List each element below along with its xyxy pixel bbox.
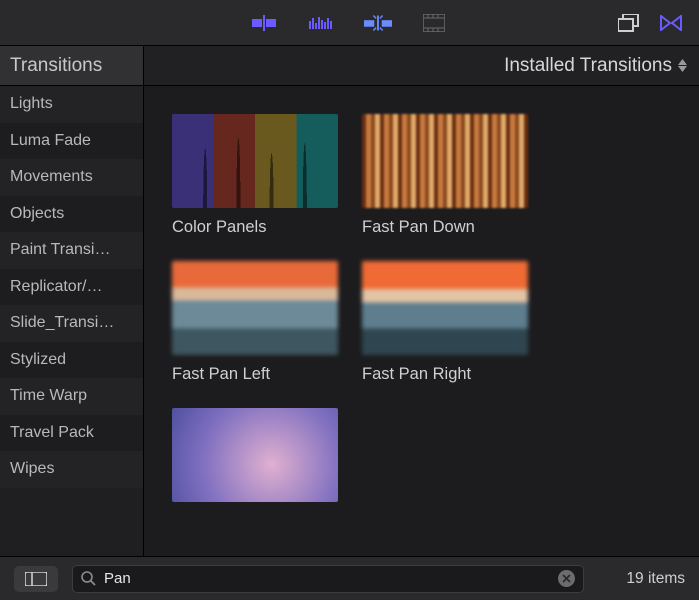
transition-label: Fast Pan Right [362, 365, 528, 384]
sidebar-item-objects[interactable]: Objects [0, 196, 143, 233]
sidebar-item-travel-pack[interactable]: Travel Pack [0, 415, 143, 452]
search-icon [81, 571, 96, 586]
transition-thumb [172, 261, 338, 355]
transition-thumb [362, 261, 528, 355]
library-title: Installed Transitions [504, 55, 672, 77]
search-field[interactable] [72, 565, 584, 593]
transition-thumb [172, 114, 338, 208]
transitions-grid: Color Panels Fast Pan Down Fast Pan Left… [144, 86, 699, 556]
transition-thumb [362, 114, 528, 208]
sidebar-item-label: Objects [10, 205, 64, 223]
transition-item[interactable]: Fast Pan Left [172, 261, 338, 384]
generators-browser-icon[interactable] [308, 9, 336, 37]
search-input[interactable] [104, 570, 550, 587]
transition-label: Fast Pan Left [172, 365, 338, 384]
windows-icon[interactable] [615, 9, 643, 37]
transition-item[interactable]: Color Panels [172, 114, 338, 237]
sidebar-toggle-icon [25, 572, 47, 586]
sidebar-item-label: Luma Fade [10, 132, 91, 150]
sidebar-item-lights[interactable]: Lights [0, 86, 143, 123]
sidebar-item-label: Paint Transi… [10, 241, 110, 259]
bowtie-icon[interactable] [657, 9, 685, 37]
updown-icon [678, 59, 687, 72]
top-toolbar [0, 0, 699, 46]
titles-browser-icon[interactable] [252, 9, 280, 37]
transition-label: Color Panels [172, 218, 338, 237]
transition-item[interactable] [172, 408, 338, 512]
transition-label: Fast Pan Down [362, 218, 528, 237]
sidebar-item-label: Wipes [10, 460, 54, 478]
transition-thumb [172, 408, 338, 502]
sidebar-item-label: Stylized [10, 351, 66, 369]
library-selector[interactable]: Installed Transitions [144, 55, 699, 77]
sidebar-item-luma-fade[interactable]: Luma Fade [0, 123, 143, 160]
category-sidebar: Lights Luma Fade Movements Objects Paint… [0, 86, 144, 556]
sidebar-item-paint-transitions[interactable]: Paint Transi… [0, 232, 143, 269]
sidebar-item-label: Movements [10, 168, 93, 186]
item-count: 19 items [626, 570, 685, 588]
sidebar-item-slide-transitions[interactable]: Slide_Transi… [0, 305, 143, 342]
browser-header: Transitions Installed Transitions [0, 46, 699, 86]
sidebar-item-label: Slide_Transi… [10, 314, 114, 332]
sidebar-item-label: Time Warp [10, 387, 87, 405]
transition-item[interactable]: Fast Pan Right [362, 261, 528, 384]
sidebar-item-wipes[interactable]: Wipes [0, 451, 143, 488]
clear-search-button[interactable] [558, 570, 575, 587]
sidebar-item-label: Travel Pack [10, 424, 94, 442]
sidebar-item-label: Replicator/… [10, 278, 102, 296]
transition-item[interactable]: Fast Pan Down [362, 114, 528, 237]
filmstrip-icon[interactable] [420, 9, 448, 37]
close-icon [562, 574, 571, 583]
sidebar-item-stylized[interactable]: Stylized [0, 342, 143, 379]
sidebar-item-time-warp[interactable]: Time Warp [0, 378, 143, 415]
transitions-browser-icon[interactable] [364, 9, 392, 37]
sidebar-item-label: Lights [10, 95, 53, 113]
sidebar-item-movements[interactable]: Movements [0, 159, 143, 196]
sidebar-toggle-button[interactable] [14, 566, 58, 592]
browser-footer: 19 items [0, 556, 699, 600]
category-title: Transitions [0, 46, 144, 85]
sidebar-item-replicator[interactable]: Replicator/… [0, 269, 143, 306]
